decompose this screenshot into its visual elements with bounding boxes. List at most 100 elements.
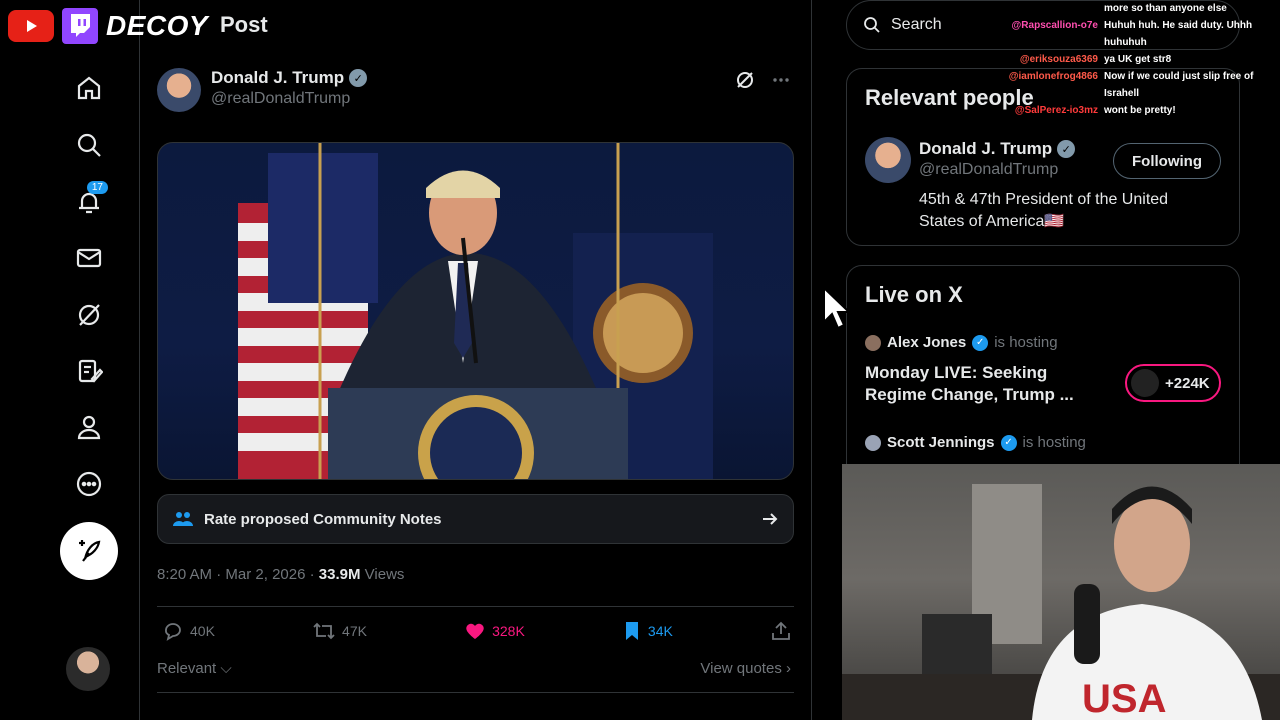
share-icon — [772, 621, 790, 640]
repost-icon — [313, 622, 335, 640]
search-placeholder: Search — [891, 16, 942, 33]
more-options-icon[interactable] — [771, 70, 791, 90]
post-top-actions — [735, 70, 791, 90]
author-handle[interactable]: @realDonaldTrump — [211, 90, 367, 108]
chat-message: more so than anyone else — [1008, 0, 1272, 17]
host-avatar — [865, 434, 881, 451]
articles-icon[interactable] — [62, 344, 116, 398]
person-bio: 45th & 47th President of the United Stat… — [919, 191, 1169, 230]
person-avatar[interactable] — [865, 137, 911, 183]
stream-brand: DECOY — [8, 8, 208, 44]
repost-count: 47K — [342, 623, 367, 639]
search-icon — [864, 17, 880, 33]
live-host-row[interactable]: Scott Jennings ✓ is hosting — [865, 434, 1086, 451]
heart-icon — [466, 623, 484, 639]
post-time[interactable]: 8:20 AM — [157, 566, 212, 583]
search-icon[interactable] — [62, 118, 116, 172]
post-author: Donald J. Trump ✓ @realDonaldTrump — [157, 68, 368, 112]
like-button[interactable]: 328K — [464, 620, 525, 642]
reply-count: 40K — [190, 623, 215, 639]
view-quotes-label: View quotes — [700, 660, 782, 677]
profile-icon[interactable] — [62, 400, 116, 454]
community-notes-label: Rate proposed Community Notes — [204, 510, 442, 528]
views-label: Views — [364, 566, 405, 583]
host-name: Alex Jones — [887, 334, 967, 351]
chat-text: more so than anyone else — [1104, 3, 1227, 14]
chevron-down-icon: ⌵ — [220, 660, 232, 677]
verified-gov-icon: ✓ — [349, 69, 368, 87]
following-button[interactable]: Following — [1113, 143, 1221, 179]
post-meta: 8:20 AM · Mar 2, 2026 · 33.9M Views — [157, 566, 405, 583]
host-avatar — [865, 334, 881, 351]
divider — [157, 692, 794, 693]
compose-post-button[interactable] — [60, 522, 118, 580]
verified-icon: ✓ — [1000, 434, 1017, 451]
host-suffix: is hosting — [994, 334, 1058, 351]
podium — [328, 388, 628, 479]
chat-text: ya UK get str8 — [1104, 54, 1172, 65]
webcam-feed: USA — [842, 464, 1280, 720]
verified-icon: ✓ — [972, 334, 989, 351]
arrow-right-icon — [763, 513, 778, 525]
chat-username: @iamlonefrog4866 — [1008, 71, 1098, 82]
post-column: Donald J. Trump ✓ @realDonaldTrump Rate … — [140, 0, 812, 720]
like-count: 328K — [492, 623, 525, 639]
person-name[interactable]: Donald J. Trump — [919, 139, 1052, 159]
chat-text: Now if we could just slip free of Israhe… — [1104, 71, 1254, 99]
reply-button[interactable]: 40K — [162, 620, 215, 642]
left-nav: 17 — [0, 0, 140, 720]
view-quotes-link[interactable]: View quotes › — [700, 660, 791, 677]
listener-avatar — [1131, 369, 1159, 397]
home-icon[interactable] — [62, 61, 116, 115]
divider — [157, 606, 794, 607]
host-name: Scott Jennings — [887, 434, 995, 451]
post-media-image[interactable] — [157, 142, 794, 480]
chat-message: @iamlonefrog4866 Now if we could just sli… — [1008, 68, 1272, 102]
author-avatar[interactable] — [157, 68, 201, 112]
live-host-row[interactable]: Alex Jones ✓ is hosting — [865, 334, 1058, 351]
bookmark-count: 34K — [647, 623, 673, 639]
account-avatar[interactable] — [66, 647, 110, 691]
notifications-icon[interactable]: 17 — [62, 175, 116, 229]
post-date[interactable]: Mar 2, 2026 — [225, 566, 305, 583]
live-listeners-pill[interactable]: +224K — [1125, 364, 1221, 402]
live-space-title[interactable]: Monday LIVE: Seeking Regime Change, Trum… — [865, 362, 1095, 406]
reply-icon — [165, 623, 181, 641]
messages-icon[interactable] — [62, 231, 116, 285]
feather-icon — [79, 540, 101, 562]
chat-message: @Rapscallion-o7e Huhuh huh. He said duty.… — [1008, 17, 1272, 51]
grok-icon[interactable] — [62, 288, 116, 342]
chevron-right-icon: › — [786, 660, 791, 677]
live-on-x-card: Live on X Alex Jones ✓ is hosting Monday… — [846, 265, 1240, 495]
person-handle[interactable]: @realDonaldTrump — [919, 161, 1075, 179]
chat-text: wont be pretty! — [1104, 105, 1176, 116]
chat-username: @Rapscallion-o7e — [1011, 20, 1098, 31]
chat-message: @eriksouza6369 ya UK get str8 — [1008, 51, 1272, 68]
verified-gov-icon: ✓ — [1057, 140, 1076, 158]
live-title: Live on X — [865, 282, 963, 307]
chat-username: @eriksouza6369 — [1019, 54, 1098, 65]
listener-count: +224K — [1165, 374, 1210, 392]
sort-label: Relevant — [157, 660, 217, 677]
repost-button[interactable]: 47K — [312, 620, 367, 642]
bookmark-button[interactable]: 34K — [622, 620, 673, 642]
twitch-icon — [62, 8, 98, 44]
chat-message: @SalPerez-io3mz wont be pretty! — [1008, 102, 1272, 119]
share-button[interactable] — [770, 620, 792, 642]
chat-username — [1008, 0, 1104, 17]
post-actions: 40K 47K 328K 34K — [162, 620, 792, 642]
person-face — [1114, 496, 1190, 592]
chat-username: @SalPerez-io3mz — [1014, 105, 1098, 116]
reply-sort-dropdown[interactable]: Relevant ⌵ — [157, 660, 232, 677]
brand-text: DECOY — [106, 10, 209, 41]
stream-chat: more so than anyone else @Rapscallion-o7e… — [1008, 0, 1272, 119]
chat-text: Huhuh huh. He said duty. Uhhh huhuhuh — [1104, 20, 1253, 48]
host-suffix: is hosting — [1022, 434, 1086, 451]
bookmark-icon — [625, 622, 638, 640]
community-notes-button[interactable]: Rate proposed Community Notes — [157, 494, 794, 544]
more-icon[interactable] — [62, 457, 116, 511]
notifications-badge: 17 — [86, 181, 108, 194]
people-icon — [173, 512, 193, 526]
author-name[interactable]: Donald J. Trump — [211, 68, 344, 88]
grok-icon[interactable] — [735, 70, 755, 90]
